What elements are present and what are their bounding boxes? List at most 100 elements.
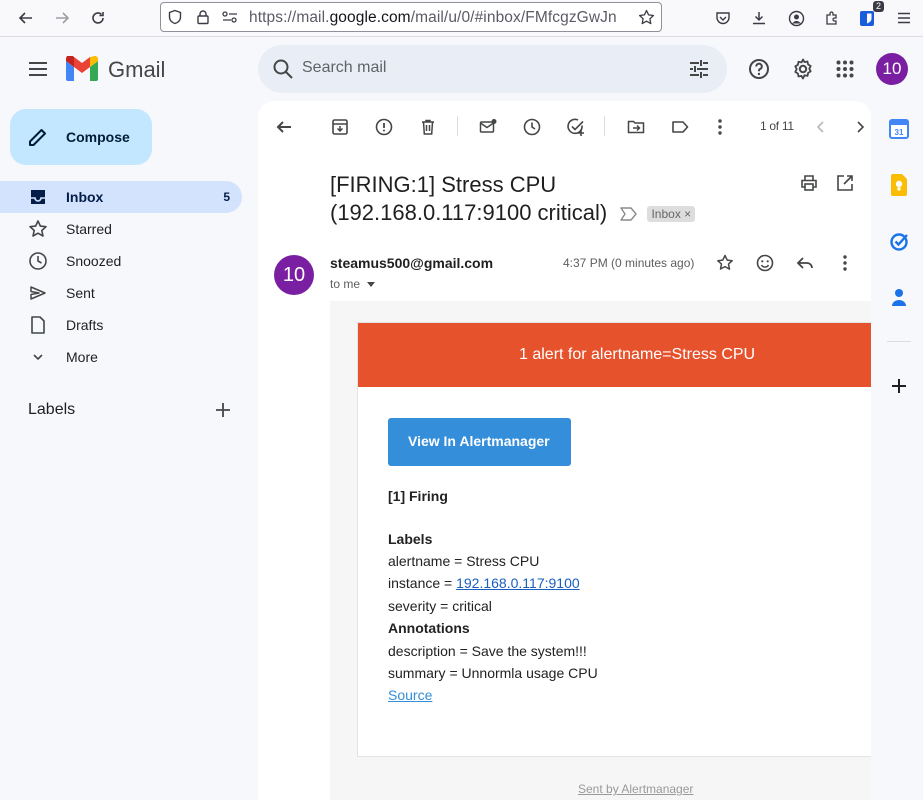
extension-badge: 2 xyxy=(872,1,884,12)
toolbar-divider xyxy=(604,116,605,136)
more-vertical-icon[interactable] xyxy=(708,115,732,139)
archive-icon[interactable] xyxy=(328,115,352,139)
delete-trash-icon[interactable] xyxy=(416,115,440,139)
search-input[interactable]: Search mail xyxy=(302,59,386,77)
main-menu-icon[interactable] xyxy=(18,49,58,89)
toolbar-divider xyxy=(457,116,458,136)
bookmark-star-icon[interactable] xyxy=(638,9,655,26)
menu-hamburger-icon[interactable] xyxy=(892,6,916,30)
settings-gear-icon[interactable] xyxy=(783,49,823,89)
bitwarden-extension-icon[interactable]: 2 xyxy=(856,1,884,30)
contacts-icon[interactable] xyxy=(887,285,911,309)
compose-button[interactable]: Compose xyxy=(10,109,152,165)
gmail-logo-icon[interactable] xyxy=(66,56,100,82)
instance-link[interactable]: 192.168.0.117:9100 xyxy=(456,575,580,591)
sender-name[interactable]: steamus500@gmail.com xyxy=(330,255,493,271)
svg-text:31: 31 xyxy=(895,128,904,137)
recipient-details[interactable]: to me xyxy=(330,277,376,291)
label-instance: instance = 192.168.0.117:9100 xyxy=(388,575,580,591)
older-chevron-right-icon[interactable] xyxy=(848,115,871,139)
open-in-new-window-icon[interactable] xyxy=(833,171,857,195)
message-subject: [FIRING:1] Stress CPU (192.168.0.117:910… xyxy=(330,171,750,227)
snooze-clock-icon[interactable] xyxy=(520,115,544,139)
labels-heading-text: Labels xyxy=(388,531,433,547)
star-icon xyxy=(28,219,48,239)
mark-unread-icon[interactable] xyxy=(476,115,500,139)
draft-document-icon xyxy=(28,315,48,335)
sidebar-item-snoozed[interactable]: Snoozed xyxy=(0,245,242,277)
annotation-summary: summary = Unnormla usage CPU xyxy=(388,665,598,681)
sidebar-item-label: Inbox xyxy=(66,189,104,205)
source-link[interactable]: Source xyxy=(388,687,432,703)
firing-heading-text: [1] Firing xyxy=(388,488,448,504)
sidebar-item-label: Starred xyxy=(66,221,112,237)
lock-icon[interactable] xyxy=(195,9,211,25)
tasks-icon[interactable] xyxy=(887,229,911,253)
report-spam-icon[interactable] xyxy=(372,115,396,139)
label-tag-icon[interactable] xyxy=(668,115,692,139)
source-row: Source xyxy=(388,687,432,703)
inbox-icon xyxy=(28,187,48,207)
firing-heading: [1] Firing xyxy=(388,488,448,504)
sidebar-item-sent[interactable]: Sent xyxy=(0,277,242,309)
emoji-reaction-icon[interactable] xyxy=(753,251,777,275)
clock-icon xyxy=(28,251,48,271)
help-icon[interactable] xyxy=(739,49,779,89)
search-icon[interactable] xyxy=(272,58,294,80)
sidebar-item-label: Drafts xyxy=(66,317,104,333)
search-options-icon[interactable] xyxy=(688,58,710,80)
sidebar-item-more[interactable]: More xyxy=(0,341,242,373)
browser-toolbar: https://mail.google.com/mail/u/0/#inbox/… xyxy=(0,0,923,37)
pagination-count: 1 of 11 xyxy=(760,119,794,133)
apps-grid-icon[interactable] xyxy=(825,49,865,89)
message-more-vertical-icon[interactable] xyxy=(833,251,857,275)
pocket-icon[interactable] xyxy=(711,6,735,30)
star-message-icon[interactable] xyxy=(713,251,737,275)
caret-down-icon[interactable] xyxy=(367,282,376,288)
inbox-unread-count: 5 xyxy=(223,190,230,204)
label-alertname: alertname = Stress CPU xyxy=(388,553,540,569)
url-text: https://mail.google.com/mail/u/0/#inbox/… xyxy=(249,9,629,27)
sender-avatar[interactable]: 10 xyxy=(274,255,314,295)
url-prefix: https://mail. xyxy=(249,9,330,26)
shield-icon[interactable] xyxy=(167,9,183,25)
extensions-icon[interactable] xyxy=(820,6,844,30)
message-timestamp: 4:37 PM (0 minutes ago) xyxy=(563,256,695,270)
sidebar-item-label: More xyxy=(66,349,98,365)
account-avatar[interactable]: 10 xyxy=(876,53,908,85)
importance-marker-icon[interactable] xyxy=(619,207,638,221)
sidebar-item-starred[interactable]: Starred xyxy=(0,213,242,245)
sidebar-item-label: Snoozed xyxy=(66,253,122,269)
button-label: View In Alertmanager xyxy=(408,433,550,449)
chevron-down-icon xyxy=(28,347,48,367)
forward-arrow-icon[interactable] xyxy=(50,6,74,30)
sent-by-alertmanager-link[interactable]: Sent by Alertmanager xyxy=(578,782,693,796)
chip-remove-icon[interactable]: × xyxy=(684,207,691,221)
sidebar-item-inbox[interactable]: Inbox 5 xyxy=(0,181,242,213)
inbox-label-chip[interactable]: Inbox × xyxy=(647,206,696,223)
newer-chevron-left-icon[interactable] xyxy=(809,115,833,139)
chip-label: Inbox xyxy=(651,207,681,222)
alert-banner-text: 1 alert for alertname=Stress CPU xyxy=(519,346,756,363)
recipient-label: to me xyxy=(330,277,361,291)
alert-banner: 1 alert for alertname=Stress CPU xyxy=(358,323,871,387)
move-to-folder-icon[interactable] xyxy=(624,115,648,139)
downloads-icon[interactable] xyxy=(747,6,771,30)
print-icon[interactable] xyxy=(797,171,821,195)
reply-icon[interactable] xyxy=(793,251,817,275)
reload-icon[interactable] xyxy=(86,6,110,30)
view-in-alertmanager-button[interactable]: View In Alertmanager xyxy=(388,418,571,466)
permissions-icon[interactable] xyxy=(221,9,239,25)
add-to-tasks-icon[interactable] xyxy=(564,115,588,139)
calendar-icon[interactable]: 31 xyxy=(887,117,911,141)
get-addons-plus-icon[interactable] xyxy=(887,374,911,398)
search-bar[interactable]: Search mail xyxy=(258,45,727,93)
sidebar-item-label: Sent xyxy=(66,285,95,301)
back-arrow-icon[interactable] xyxy=(14,6,38,30)
back-to-inbox-icon[interactable] xyxy=(272,115,296,139)
add-label-icon[interactable] xyxy=(214,401,232,419)
account-icon[interactable] xyxy=(784,6,808,30)
sidebar-item-drafts[interactable]: Drafts xyxy=(0,309,242,341)
keep-notes-icon[interactable] xyxy=(887,173,911,197)
url-bar[interactable]: https://mail.google.com/mail/u/0/#inbox/… xyxy=(160,2,662,32)
